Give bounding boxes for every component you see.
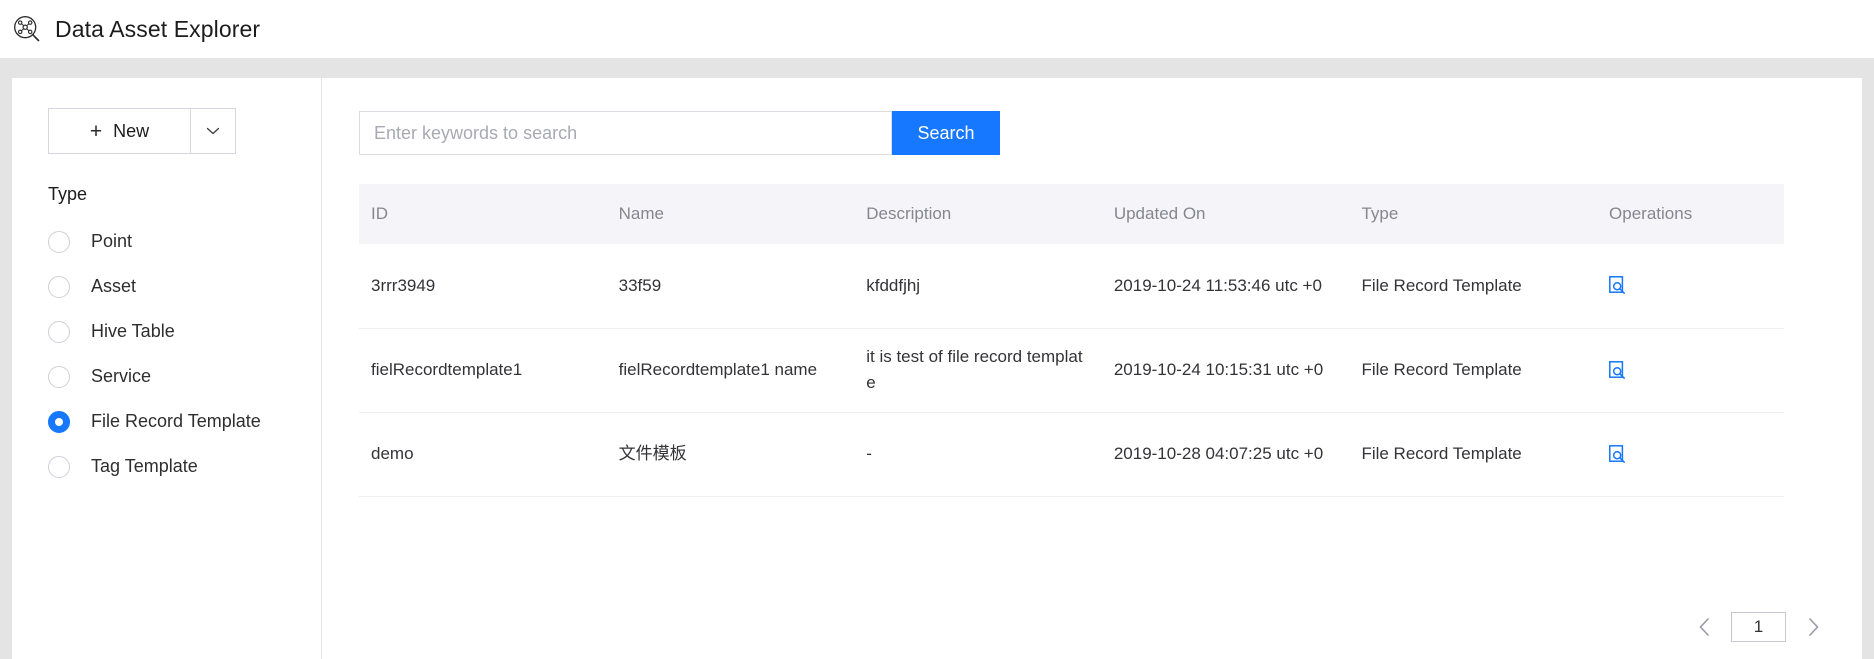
new-button[interactable]: + New <box>48 108 190 154</box>
radio-label: Hive Table <box>91 321 175 342</box>
cell-description: kfddfjhj <box>854 244 1102 328</box>
filter-group-title: Type <box>48 184 321 205</box>
cell-operations <box>1597 412 1784 496</box>
radio-label: Tag Template <box>91 456 198 477</box>
search-button[interactable]: Search <box>892 111 1000 155</box>
pagination-page-input[interactable] <box>1731 612 1786 642</box>
chevron-left-icon <box>1698 617 1711 637</box>
column-header-operations: Operations <box>1597 184 1784 244</box>
cell-description: - <box>854 412 1102 496</box>
cell-id: demo <box>359 412 607 496</box>
radio-option-asset[interactable]: Asset <box>12 264 321 309</box>
search-input[interactable] <box>359 111 892 155</box>
column-header-updated-on: Updated On <box>1102 184 1350 244</box>
chevron-down-icon <box>206 126 220 136</box>
cell-operations <box>1597 328 1784 412</box>
view-detail-icon[interactable] <box>1609 276 1626 295</box>
radio-icon <box>48 456 70 478</box>
radio-icon-selected <box>48 411 70 433</box>
column-header-name: Name <box>607 184 855 244</box>
radio-option-point[interactable]: Point <box>12 219 321 264</box>
table-row: fielRecordtemplate1 fielRecordtemplate1 … <box>359 328 1784 412</box>
radio-icon <box>48 321 70 343</box>
radio-icon <box>48 366 70 388</box>
cell-name: fielRecordtemplate1 name <box>607 328 855 412</box>
new-button-label: New <box>113 121 149 142</box>
radio-label: Point <box>91 231 132 252</box>
cell-name: 文件模板 <box>607 412 855 496</box>
search-bar: Search <box>359 111 1822 155</box>
radio-label: Asset <box>91 276 136 297</box>
radio-option-hive-table[interactable]: Hive Table <box>12 309 321 354</box>
new-dropdown-button[interactable] <box>190 108 236 154</box>
cell-updated-on: 2019-10-24 10:15:31 utc +0 <box>1102 328 1350 412</box>
content-area: Search ID Name Description Updated On Ty… <box>322 78 1862 659</box>
type-filter-list: Point Asset Hive Table Service File Reco… <box>12 219 321 489</box>
cell-type: File Record Template <box>1349 412 1597 496</box>
sidebar: + New Type Point Asset <box>12 78 322 659</box>
radio-icon <box>48 276 70 298</box>
radio-option-file-record-template[interactable]: File Record Template <box>12 399 321 444</box>
table-header-row: ID Name Description Updated On Type Oper… <box>359 184 1784 244</box>
table-row: 3rrr3949 33f59 kfddfjhj 2019-10-24 11:53… <box>359 244 1784 328</box>
new-button-group: + New <box>48 108 236 154</box>
table-body: 3rrr3949 33f59 kfddfjhj 2019-10-24 11:53… <box>359 244 1784 496</box>
column-header-id: ID <box>359 184 607 244</box>
table-header: ID Name Description Updated On Type Oper… <box>359 184 1784 244</box>
view-detail-icon[interactable] <box>1609 445 1626 464</box>
pagination-prev-button[interactable] <box>1695 615 1713 639</box>
chevron-right-icon <box>1807 617 1820 637</box>
pagination <box>1695 612 1822 642</box>
radio-icon <box>48 231 70 253</box>
cell-type: File Record Template <box>1349 244 1597 328</box>
cell-updated-on: 2019-10-24 11:53:46 utc +0 <box>1102 244 1350 328</box>
cell-type: File Record Template <box>1349 328 1597 412</box>
cell-description: it is test of file record template <box>854 328 1102 412</box>
cell-id: fielRecordtemplate1 <box>359 328 607 412</box>
node-graph-magnifier-icon <box>13 15 41 43</box>
column-header-description: Description <box>854 184 1102 244</box>
cell-updated-on: 2019-10-28 04:07:25 utc +0 <box>1102 412 1350 496</box>
pagination-next-button[interactable] <box>1804 615 1822 639</box>
app-root: Data Asset Explorer + New Type <box>0 0 1874 659</box>
assets-table: ID Name Description Updated On Type Oper… <box>359 184 1784 497</box>
cell-operations <box>1597 244 1784 328</box>
radio-option-tag-template[interactable]: Tag Template <box>12 444 321 489</box>
radio-label: Service <box>91 366 151 387</box>
radio-label: File Record Template <box>91 411 261 432</box>
cell-name: 33f59 <box>607 244 855 328</box>
app-header: Data Asset Explorer <box>0 0 1874 58</box>
view-detail-icon[interactable] <box>1609 361 1626 380</box>
main-card: + New Type Point Asset <box>12 78 1862 659</box>
plus-icon: + <box>90 121 102 142</box>
cell-id: 3rrr3949 <box>359 244 607 328</box>
column-header-type: Type <box>1349 184 1597 244</box>
radio-option-service[interactable]: Service <box>12 354 321 399</box>
table-row: demo 文件模板 - 2019-10-28 04:07:25 utc +0 F… <box>359 412 1784 496</box>
page-title: Data Asset Explorer <box>55 16 260 43</box>
